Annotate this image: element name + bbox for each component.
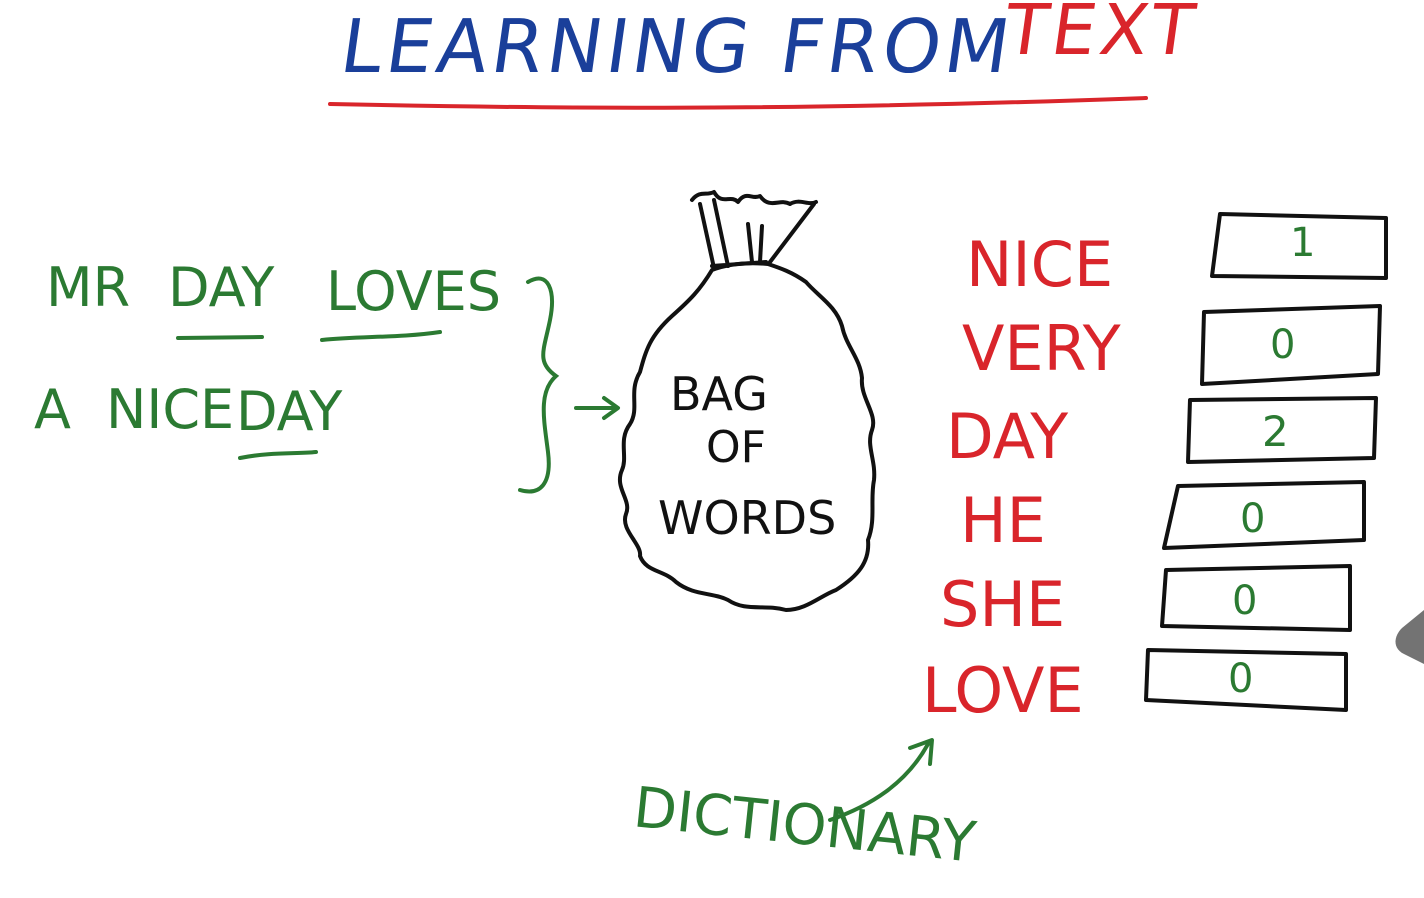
dict-word-very: VERY (962, 312, 1121, 385)
pen-tip-icon (1395, 610, 1424, 664)
count-value-day: 2 (1262, 407, 1289, 456)
count-value-he: 0 (1240, 496, 1265, 542)
sentence1-word-mr: MR (46, 256, 130, 319)
underline-loves (320, 330, 442, 342)
count-box-she: 0 (1160, 564, 1352, 632)
count-value-very: 0 (1270, 322, 1295, 368)
title-text: TEXT (999, 0, 1204, 71)
title: LEARNING FROM TEXT (328, 0, 1204, 110)
sentence2-word-nice: NICE (106, 378, 234, 441)
title-underline (328, 96, 1148, 110)
sentence2-word-a: A (34, 378, 71, 441)
count-box-he: 0 (1162, 480, 1366, 550)
dict-word-day: DAY (946, 400, 1068, 473)
dict-word-nice: NICE (966, 228, 1113, 301)
dict-word-love: LOVE (922, 654, 1084, 727)
dictionary-annotation: DICTIONARY (631, 738, 980, 876)
sentence1-word-day: DAY (168, 256, 275, 319)
dict-word-she: SHE (940, 568, 1065, 641)
count-box-very: 0 (1200, 304, 1382, 386)
count-vector: 1 0 2 0 0 0 (1144, 212, 1388, 712)
example-sentences: MR DAY LOVES A NICE DAY (34, 256, 501, 460)
bag-neck-ties (698, 198, 816, 270)
bag-top-tuft (690, 190, 818, 206)
count-value-she: 0 (1232, 578, 1257, 624)
bag-label-line1: BAG (670, 367, 768, 421)
dict-word-he: HE (960, 484, 1046, 557)
dictionary-words: NICE VERY DAY HE SHE LOVE (922, 228, 1121, 727)
underline-day-1 (176, 335, 264, 340)
dictionary-label: DICTIONARY (631, 775, 980, 876)
curly-brace (518, 276, 560, 494)
whiteboard-canvas: LEARNING FROM TEXT MR DAY LOVES A NICE D… (34, 0, 1424, 876)
bag-label-line2: OF (706, 422, 766, 473)
count-value-nice: 1 (1290, 220, 1315, 266)
bag-of-words: BAG OF WORDS (618, 190, 877, 612)
sentence2-word-day: DAY (236, 380, 343, 443)
brace-arrow (574, 396, 620, 420)
count-box-nice: 1 (1210, 212, 1388, 280)
bag-label-line3: WORDS (658, 491, 836, 545)
count-box-love: 0 (1144, 648, 1348, 712)
sentence1-word-loves: LOVES (326, 260, 501, 323)
underline-day-2 (238, 450, 318, 460)
count-box-day: 2 (1186, 396, 1378, 464)
title-learning-from: LEARNING FROM (335, 3, 1019, 90)
count-value-love: 0 (1228, 656, 1253, 702)
